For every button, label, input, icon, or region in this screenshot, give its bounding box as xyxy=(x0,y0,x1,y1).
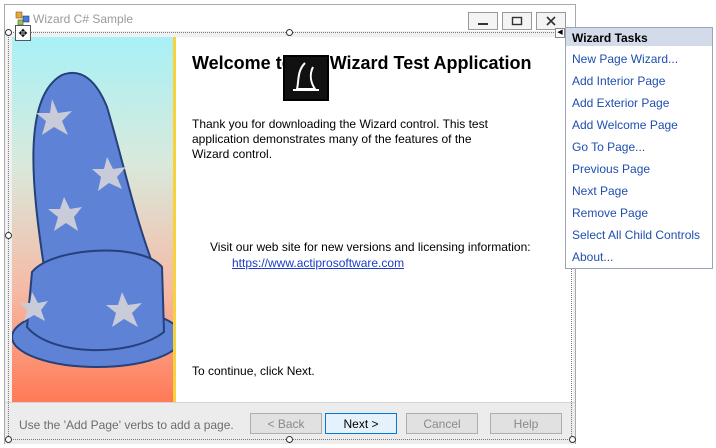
task-about[interactable]: About... xyxy=(566,246,712,268)
task-previous-page[interactable]: Previous Page xyxy=(566,158,712,180)
window-title: Wizard C# Sample xyxy=(33,12,134,26)
task-select-all-child-controls[interactable]: Select All Child Controls xyxy=(566,224,712,246)
designer-selection-frame xyxy=(8,32,572,440)
resize-grip[interactable] xyxy=(569,436,576,443)
tasks-list: New Page Wizard... Add Interior Page Add… xyxy=(566,48,712,268)
close-icon xyxy=(546,16,556,26)
resize-grip[interactable] xyxy=(5,29,12,36)
resize-grip[interactable] xyxy=(286,436,293,443)
tasks-header: Wizard Tasks xyxy=(566,28,712,46)
resize-grip[interactable] xyxy=(5,436,12,443)
task-next-page[interactable]: Next Page xyxy=(566,180,712,202)
maximize-button[interactable] xyxy=(502,12,532,30)
task-go-to-page[interactable]: Go To Page... xyxy=(566,136,712,158)
task-add-interior-page[interactable]: Add Interior Page xyxy=(566,70,712,92)
task-new-page-wizard[interactable]: New Page Wizard... xyxy=(566,48,712,70)
move-icon[interactable]: ✥ xyxy=(15,25,31,41)
resize-grip[interactable] xyxy=(5,232,12,239)
task-remove-page[interactable]: Remove Page xyxy=(566,202,712,224)
resize-grip[interactable] xyxy=(286,29,293,36)
task-add-welcome-page[interactable]: Add Welcome Page xyxy=(566,114,712,136)
title-bar[interactable]: Wizard C# Sample xyxy=(5,5,575,31)
task-add-exterior-page[interactable]: Add Exterior Page xyxy=(566,92,712,114)
minimize-button[interactable] xyxy=(468,12,498,30)
smart-tag-arrow-icon[interactable]: ◀ xyxy=(555,28,565,38)
maximize-icon xyxy=(511,16,523,26)
wizard-tasks-panel: Wizard Tasks New Page Wizard... Add Inte… xyxy=(565,27,713,269)
minimize-icon xyxy=(478,23,488,25)
